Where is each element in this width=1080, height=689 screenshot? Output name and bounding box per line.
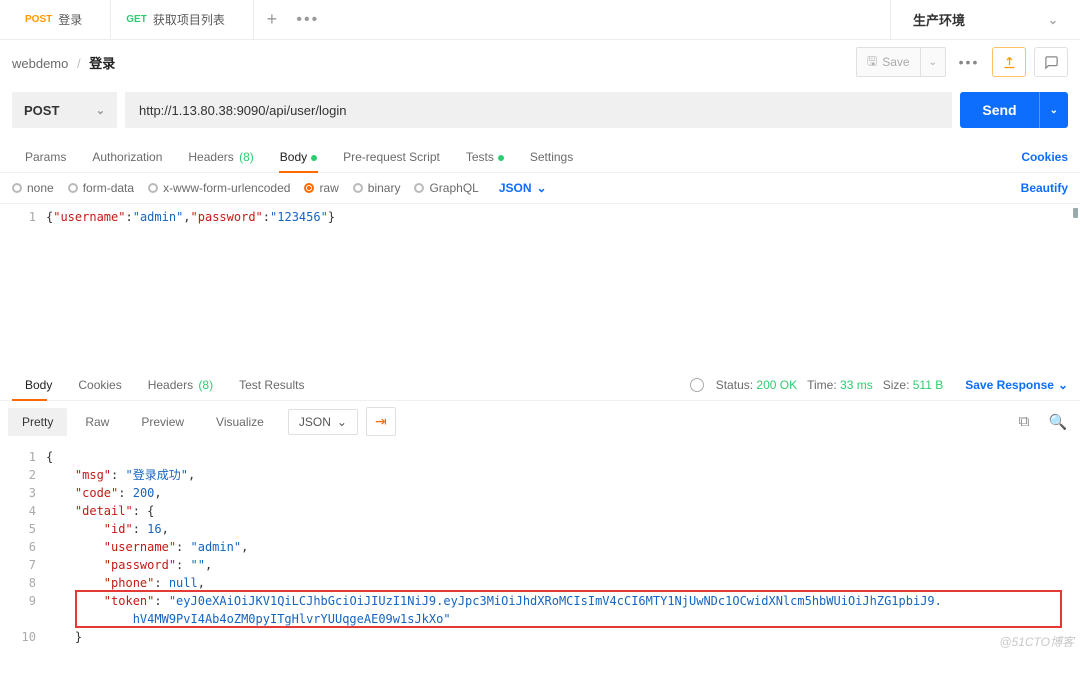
save-dropdown[interactable]: ⌄ bbox=[920, 48, 945, 76]
response-format-select[interactable]: JSON⌄ bbox=[288, 409, 358, 435]
wrap-lines-button[interactable]: ⇥ bbox=[366, 407, 396, 436]
tab-authorization[interactable]: Authorization bbox=[79, 142, 175, 172]
resp-tab-headers[interactable]: Headers (8) bbox=[135, 370, 226, 400]
body-formdata[interactable]: form-data bbox=[68, 181, 134, 195]
line-gutter: 123456789 10 bbox=[0, 442, 46, 652]
send-button[interactable]: Send ⌄ bbox=[960, 92, 1068, 128]
breadcrumb-current: 登录 bbox=[89, 56, 115, 71]
cookies-link[interactable]: Cookies bbox=[1021, 142, 1068, 172]
line-gutter: 1 bbox=[0, 204, 46, 364]
tab-headers[interactable]: Headers (8) bbox=[175, 142, 266, 172]
body-format-select[interactable]: JSON⌄ bbox=[499, 181, 547, 195]
chevron-down-icon: ⌄ bbox=[1058, 378, 1068, 392]
resp-tab-testresults[interactable]: Test Results bbox=[226, 370, 317, 400]
tab-bar: POST 登录 GET 获取项目列表 + ••• 生产环境 ⌄ bbox=[0, 0, 1080, 40]
view-pretty[interactable]: Pretty bbox=[8, 408, 67, 436]
breadcrumb-root[interactable]: webdemo bbox=[12, 56, 68, 71]
request-body-editor[interactable]: 1 {"username":"admin","password":"123456… bbox=[0, 204, 1080, 364]
watermark: @51CTO博客 bbox=[999, 633, 1074, 650]
search-button[interactable]: 🔍 bbox=[1044, 408, 1072, 436]
save-icon: 🖫 bbox=[867, 52, 877, 73]
globe-icon[interactable] bbox=[690, 378, 704, 392]
beautify-link[interactable]: Beautify bbox=[1021, 181, 1068, 195]
resp-tab-cookies[interactable]: Cookies bbox=[65, 370, 134, 400]
tab-tests[interactable]: Tests bbox=[453, 142, 517, 172]
code-area[interactable]: { "msg": "登录成功", "code": 200, "detail": … bbox=[46, 442, 1080, 652]
tab-label: 获取项目列表 bbox=[153, 11, 225, 28]
view-mode-row: Pretty Raw Preview Visualize JSON⌄ ⇥ ⧉ 🔍 bbox=[0, 400, 1080, 442]
response-body-editor[interactable]: 123456789 10 { "msg": "登录成功", "code": 20… bbox=[0, 442, 1080, 652]
body-none[interactable]: none bbox=[12, 181, 54, 195]
environment-selector[interactable]: 生产环境 ⌄ bbox=[890, 0, 1080, 40]
view-preview[interactable]: Preview bbox=[127, 408, 198, 436]
tab-projects[interactable]: GET 获取项目列表 bbox=[111, 0, 254, 40]
body-type-row: none form-data x-www-form-urlencoded raw… bbox=[0, 173, 1080, 204]
share-button[interactable] bbox=[992, 47, 1026, 77]
save-button[interactable]: 🖫Save ⌄ bbox=[856, 47, 946, 77]
chevron-down-icon: ⌄ bbox=[96, 104, 105, 117]
tab-login[interactable]: POST 登录 bbox=[10, 0, 111, 40]
copy-button[interactable]: ⧉ bbox=[1010, 408, 1038, 436]
resp-tab-body[interactable]: Body bbox=[12, 370, 65, 400]
view-raw[interactable]: Raw bbox=[71, 408, 123, 436]
request-tabs: Params Authorization Headers (8) Body Pr… bbox=[0, 136, 1080, 173]
url-input[interactable] bbox=[125, 92, 952, 128]
minimap-icon bbox=[1073, 208, 1078, 218]
body-graphql[interactable]: GraphQL bbox=[414, 181, 478, 195]
chevron-down-icon: ⌄ bbox=[1048, 13, 1058, 27]
tab-prerequest[interactable]: Pre-request Script bbox=[330, 142, 453, 172]
chevron-down-icon: ⌄ bbox=[337, 415, 347, 429]
status-bar: Status: 200 OK Time: 33 ms Size: 511 B S… bbox=[690, 378, 1068, 392]
title-bar: webdemo / 登录 🖫Save ⌄ ••• bbox=[0, 40, 1080, 84]
body-xform[interactable]: x-www-form-urlencoded bbox=[148, 181, 290, 195]
tab-settings[interactable]: Settings bbox=[517, 142, 586, 172]
breadcrumb: webdemo / 登录 bbox=[12, 53, 115, 72]
method-badge: GET bbox=[126, 14, 147, 25]
method-badge: POST bbox=[25, 14, 52, 25]
send-dropdown[interactable]: ⌄ bbox=[1039, 92, 1068, 128]
response-tabs: Body Cookies Headers (8) Test Results St… bbox=[0, 364, 1080, 400]
chevron-down-icon: ⌄ bbox=[537, 181, 547, 195]
environment-label: 生产环境 bbox=[913, 10, 965, 29]
view-visualize[interactable]: Visualize bbox=[202, 408, 278, 436]
method-select[interactable]: POST ⌄ bbox=[12, 92, 117, 128]
code-area[interactable]: {"username":"admin","password":"123456"} bbox=[46, 204, 1080, 364]
add-tab-button[interactable]: + bbox=[254, 9, 290, 30]
tab-body[interactable]: Body bbox=[267, 142, 330, 172]
more-actions-button[interactable]: ••• bbox=[954, 47, 984, 77]
save-response-button[interactable]: Save Response ⌄ bbox=[965, 378, 1068, 392]
more-tabs-button[interactable]: ••• bbox=[290, 11, 326, 29]
body-raw[interactable]: raw bbox=[304, 181, 338, 195]
body-binary[interactable]: binary bbox=[353, 181, 401, 195]
tab-label: 登录 bbox=[58, 11, 82, 28]
tab-params[interactable]: Params bbox=[12, 142, 79, 172]
request-row: POST ⌄ Send ⌄ bbox=[0, 84, 1080, 136]
comment-button[interactable] bbox=[1034, 47, 1068, 77]
